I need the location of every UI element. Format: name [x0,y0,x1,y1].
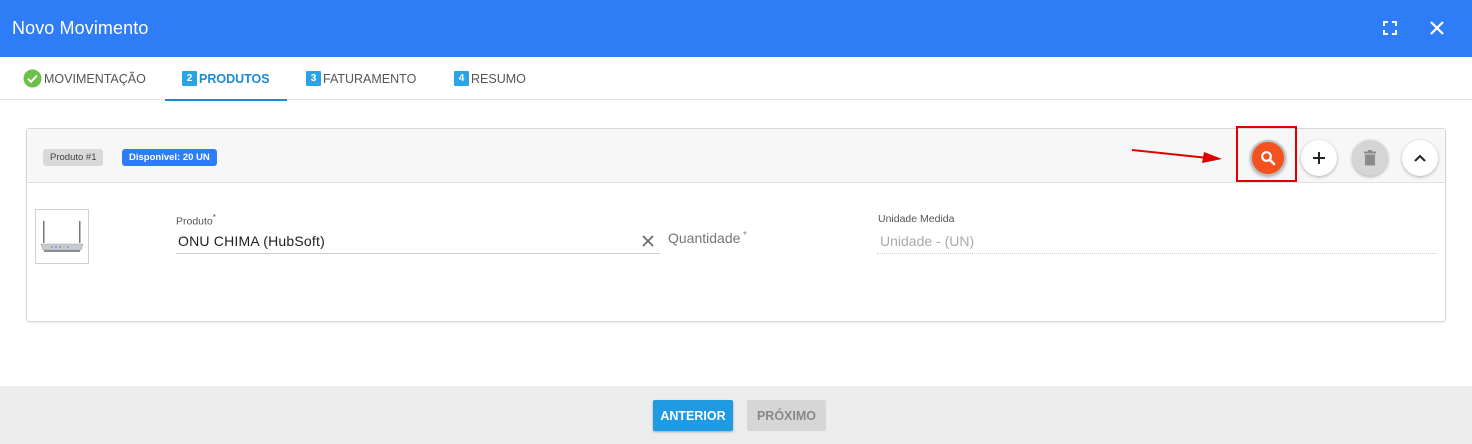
quantity-required-mark: * [743,230,747,241]
tab-resumo[interactable]: 4 RESUMO [454,57,526,100]
tab-label: PRODUTOS [199,71,270,86]
available-stock-badge: Disponível: 20 UN [122,149,217,166]
previous-button[interactable]: ANTERIOR [653,400,733,431]
collapse-card-button[interactable] [1402,140,1438,176]
fullscreen-icon [1383,21,1397,35]
dialog-footer: ANTERIOR PRÓXIMO [0,386,1472,444]
tab-produtos[interactable]: 2 PRODUTOS [165,57,287,101]
quantity-input[interactable] [668,230,853,246]
product-label-text: Produto [176,215,213,228]
clear-product-button[interactable] [640,233,656,249]
close-button[interactable] [1425,16,1449,40]
add-product-button[interactable] [1301,140,1337,176]
close-icon [1430,21,1444,35]
router-image [40,220,84,252]
next-button[interactable]: PRÓXIMO [747,400,826,431]
product-number-badge: Produto #1 [43,149,104,166]
chevron-up-icon [1414,154,1426,162]
tab-faturamento[interactable]: 3 FATURAMENTO [306,57,416,100]
trash-icon [1364,150,1376,166]
unit-field-underline [877,253,1437,254]
required-mark: * [212,213,216,222]
search-icon [1261,151,1276,166]
product-field-label: Produto* [176,213,216,228]
plus-icon [1313,152,1325,164]
search-product-button[interactable] [1250,140,1286,176]
dialog-title: Novo Movimento [12,18,149,38]
tab-label: RESUMO [471,71,526,86]
clear-icon [642,235,654,247]
step-tabs: MOVIMENTAÇÃO 2 PRODUTOS 3 FATURAMENTO 4 … [0,57,1472,101]
step-number: 2 [182,71,197,86]
unit-field-label: Unidade Medida [878,213,955,225]
unit-field-value: Unidade - (UN) [880,233,975,249]
product-card-header: Produto #1 Disponível: 20 UN [27,129,1445,183]
delete-product-button[interactable] [1352,140,1388,176]
product-select[interactable]: ONU CHIMA (HubSoft) [178,233,325,249]
check-circle-icon [23,69,42,88]
tab-label: MOVIMENTAÇÃO [44,71,146,86]
product-image [35,209,89,264]
product-field-underline [176,253,660,254]
step-number: 4 [454,71,469,86]
step-number: 3 [306,71,321,86]
tab-movimentacao[interactable]: MOVIMENTAÇÃO [23,57,146,100]
tab-label: FATURAMENTO [323,71,417,86]
fullscreen-button[interactable] [1378,16,1402,40]
dialog-header: Novo Movimento [0,0,1472,57]
product-card: Produto #1 Disponível: 20 UN Produto* ON… [26,128,1446,322]
